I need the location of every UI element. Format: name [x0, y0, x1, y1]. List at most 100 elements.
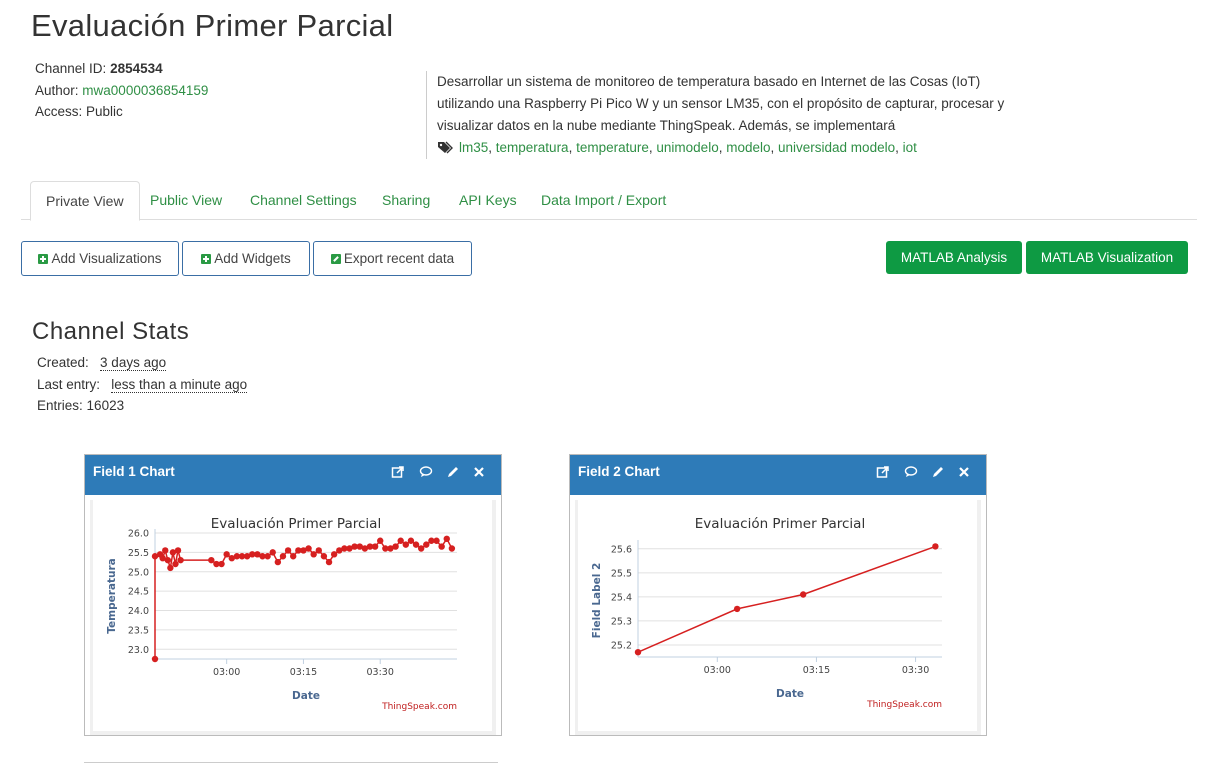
close-icon[interactable]	[472, 465, 486, 479]
last-entry-value: less than a minute ago	[111, 376, 248, 393]
x-axis-label: Date	[776, 688, 804, 700]
data-point	[305, 545, 312, 552]
export-recent-data-button[interactable]: Export recent data	[313, 241, 472, 276]
tag-temperatura[interactable]: temperatura	[496, 140, 569, 155]
tab-channel-settings[interactable]: Channel Settings	[250, 181, 357, 219]
entries-row: Entries: 16023	[37, 395, 247, 417]
series-line	[637, 545, 936, 653]
data-point	[392, 543, 399, 550]
comment-icon[interactable]	[419, 465, 433, 479]
data-point	[402, 541, 410, 548]
author-row: Author: mwa0000036854159	[35, 80, 208, 102]
y-axis-label: Temperatura	[106, 558, 118, 634]
chart-title: Evaluación Primer Parcial	[211, 516, 381, 532]
created-label: Created:	[37, 355, 89, 370]
chart-title: Evaluación Primer Parcial	[695, 516, 865, 532]
data-point	[397, 537, 404, 544]
author-link[interactable]: mwa0000036854159	[82, 83, 208, 98]
data-point	[407, 537, 415, 544]
field-2-chart: Evaluación Primer Parcial 25.2 25.3 25.4 25.…	[591, 516, 942, 710]
channel-description: Desarrollar un sistema de monitoreo de t…	[426, 71, 1017, 159]
y-tick-label: 23.0	[128, 645, 149, 656]
plus-icon	[201, 254, 212, 264]
tag-iot[interactable]: iot	[903, 140, 917, 155]
y-tick-label: 25.5	[128, 548, 149, 559]
data-point	[284, 547, 292, 554]
external-link-icon[interactable]	[876, 465, 890, 479]
data-point	[438, 543, 445, 550]
page-title: Evaluación Primer Parcial	[31, 8, 394, 43]
last-entry-row: Last entry: less than a minute ago	[37, 374, 248, 396]
y-tick-label: 25.0	[128, 567, 149, 578]
data-point	[634, 648, 642, 656]
y-tick-label: 25.5	[611, 568, 632, 579]
matlab-visualization-button[interactable]: MATLAB Visualization	[1026, 241, 1188, 274]
data-point	[223, 551, 230, 558]
tab-sharing[interactable]: Sharing	[382, 181, 430, 219]
tab-data-import-export[interactable]: Data Import / Export	[541, 181, 666, 219]
data-point	[733, 605, 741, 613]
data-point	[932, 543, 939, 550]
tag-unimodelo[interactable]: unimodelo	[656, 140, 718, 155]
x-tick-label: 03:15	[803, 665, 830, 676]
author-label: Author:	[35, 82, 79, 98]
channel-meta: Channel ID: 2854534 Author: mwa000003685…	[35, 58, 208, 123]
data-point	[151, 655, 159, 663]
x-tick-label: 03:15	[290, 667, 317, 678]
chart-credit: ThingSpeak.com	[866, 700, 942, 710]
created-value: 3 days ago	[100, 355, 167, 371]
x-tick-label: 03:00	[213, 667, 240, 678]
add-widgets-label: Add Widgets	[214, 251, 291, 266]
entries-value: 16023	[86, 398, 125, 413]
add-widgets-button[interactable]: Add Widgets	[182, 241, 310, 276]
created-row: Created: 3 days ago	[37, 352, 247, 374]
data-point	[800, 591, 807, 598]
export-icon	[330, 254, 341, 264]
data-point	[174, 547, 182, 554]
tag-temperature[interactable]: temperature	[576, 140, 649, 155]
tag-universidad-modelo[interactable]: universidad modelo	[778, 140, 895, 155]
description-line: utilizando una Raspberry Pi Pico W y un …	[437, 96, 1005, 111]
last-entry-label: Last entry:	[37, 376, 101, 392]
data-point	[412, 541, 420, 548]
chart-credit: ThingSpeak.com	[381, 702, 457, 712]
data-point	[290, 553, 297, 560]
matlab-analysis-button[interactable]: MATLAB Analysis	[886, 241, 1022, 274]
tags-icon	[438, 141, 453, 154]
description-line: visualizar datos en la nube mediante Thi…	[437, 118, 896, 133]
data-point	[315, 547, 322, 554]
close-icon[interactable]	[957, 465, 971, 479]
y-tick-label: 24.5	[128, 587, 149, 598]
data-point	[330, 551, 338, 558]
pencil-icon[interactable]	[446, 465, 460, 479]
next-card-edge	[84, 762, 498, 773]
data-point	[433, 537, 440, 544]
description-line: Desarrollar un sistema de monitoreo de t…	[437, 74, 981, 89]
y-tick-label: 25.6	[611, 544, 632, 555]
y-tick-label: 24.0	[128, 606, 149, 617]
tag-modelo[interactable]: modelo	[726, 140, 770, 155]
pencil-icon[interactable]	[931, 465, 945, 479]
comment-icon[interactable]	[904, 465, 918, 479]
access-label: Access:	[35, 104, 83, 119]
data-point	[218, 560, 225, 568]
access-row: Access: Public	[35, 101, 208, 123]
data-point	[162, 547, 169, 554]
data-point	[377, 537, 384, 544]
series-line	[154, 537, 453, 659]
y-tick-label: 25.3	[611, 616, 632, 627]
add-visualizations-button[interactable]: Add Visualizations	[21, 241, 179, 276]
external-link-icon[interactable]	[391, 465, 405, 479]
tab-private-view[interactable]: Private View	[30, 181, 140, 221]
channel-stats: Created: 3 days ago Last entry: less tha…	[37, 352, 248, 417]
tag-lm35[interactable]: lm35	[459, 140, 488, 155]
data-point	[320, 553, 328, 560]
tab-api-keys[interactable]: API Keys	[459, 181, 517, 219]
field-1-chart-card: Field 1 Chart Evaluación Primer Parcial 2…	[84, 454, 502, 736]
x-tick-label: 03:30	[367, 667, 394, 678]
data-point	[167, 564, 174, 572]
channel-id-value: 2854534	[110, 61, 163, 76]
tab-public-view[interactable]: Public View	[150, 181, 222, 219]
y-tick-label: 23.5	[128, 625, 149, 636]
y-tick-label: 25.2	[611, 640, 632, 651]
